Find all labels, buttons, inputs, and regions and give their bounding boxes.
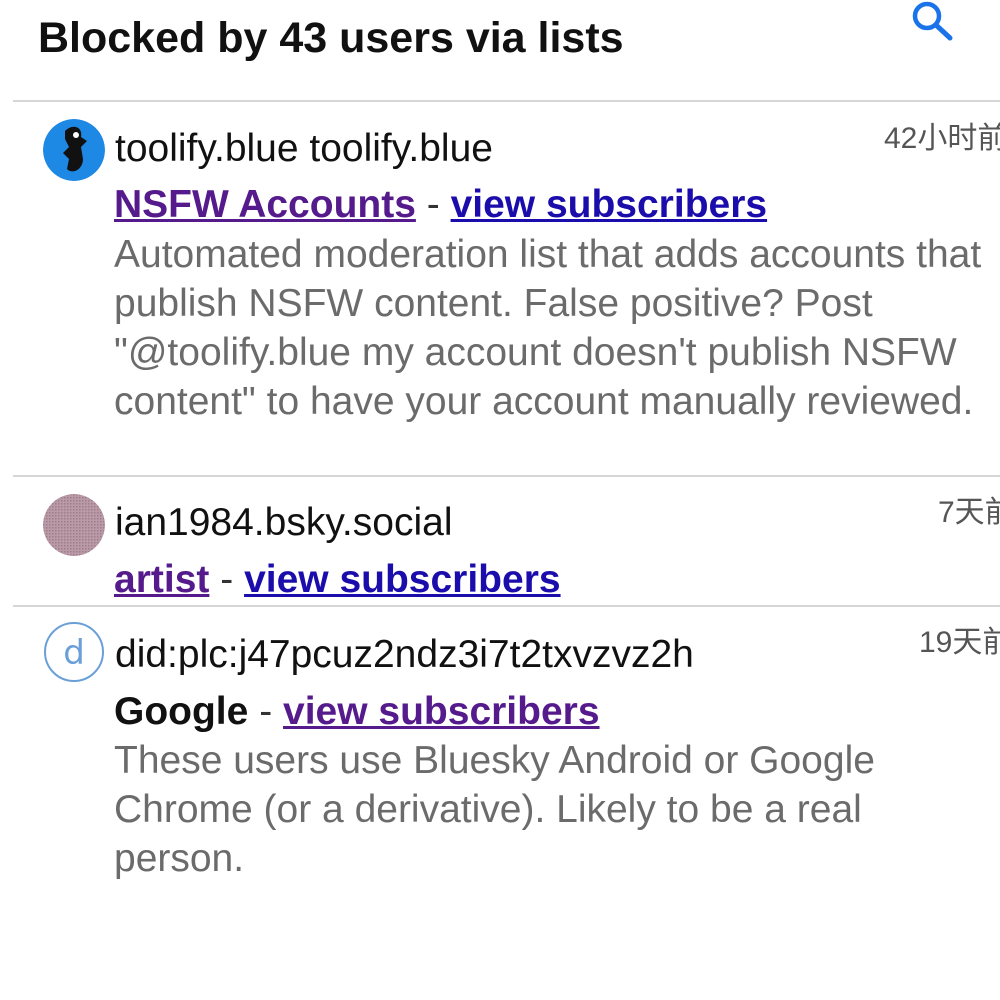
avatar[interactable]: d bbox=[43, 621, 105, 683]
list-name-link[interactable]: artist bbox=[114, 558, 209, 601]
list-name: Google bbox=[114, 690, 249, 733]
separator: - bbox=[220, 558, 234, 601]
separator: - bbox=[259, 690, 273, 733]
view-subscribers-link[interactable]: view subscribers bbox=[283, 690, 600, 733]
list-item: toolify.blue toolify.blue 42小时前 NSFW Acc… bbox=[0, 102, 1000, 475]
list-line: artist - view subscribers bbox=[114, 555, 561, 605]
header: Blocked by 43 users via lists bbox=[0, 0, 1000, 100]
view-subscribers-link[interactable]: view subscribers bbox=[451, 183, 768, 226]
letter-d-avatar: d bbox=[44, 622, 104, 682]
list-description: These users use Bluesky Android or Googl… bbox=[114, 739, 875, 880]
avatar-letter: d bbox=[63, 633, 85, 673]
toolify-logo-avatar bbox=[43, 119, 105, 181]
list-line: Google - view subscribers bbox=[114, 687, 600, 737]
list-owner[interactable]: toolify.blue toolify.blue bbox=[115, 124, 493, 174]
page: Blocked by 43 users via lists toolify.bl… bbox=[0, 0, 1000, 1000]
avatar[interactable] bbox=[43, 119, 105, 181]
list-description: Automated moderation list that adds acco… bbox=[114, 233, 982, 423]
view-subscribers-link[interactable]: view subscribers bbox=[244, 558, 561, 601]
search-button[interactable] bbox=[904, 0, 958, 46]
user-photo-avatar bbox=[43, 494, 105, 556]
page-title: Blocked by 43 users via lists bbox=[38, 14, 624, 62]
list-owner[interactable]: did:plc:j47pcuz2ndz3i7t2txvzvz2h bbox=[115, 630, 694, 680]
list-line: NSFW Accounts - view subscribers bbox=[114, 180, 767, 230]
search-icon bbox=[912, 1, 953, 41]
timestamp: 19天前 bbox=[919, 626, 1000, 659]
timestamp: 7天前 bbox=[938, 496, 1000, 529]
list-name-link[interactable]: NSFW Accounts bbox=[114, 183, 416, 226]
list-item: ian1984.bsky.social 7天前 artist - view su… bbox=[0, 477, 1000, 605]
list-owner[interactable]: ian1984.bsky.social bbox=[115, 498, 452, 548]
timestamp: 42小时前 bbox=[884, 122, 1000, 155]
avatar[interactable] bbox=[43, 494, 105, 556]
separator: - bbox=[426, 183, 440, 226]
list-item: d did:plc:j47pcuz2ndz3i7t2txvzvz2h 19天前 … bbox=[0, 607, 1000, 897]
